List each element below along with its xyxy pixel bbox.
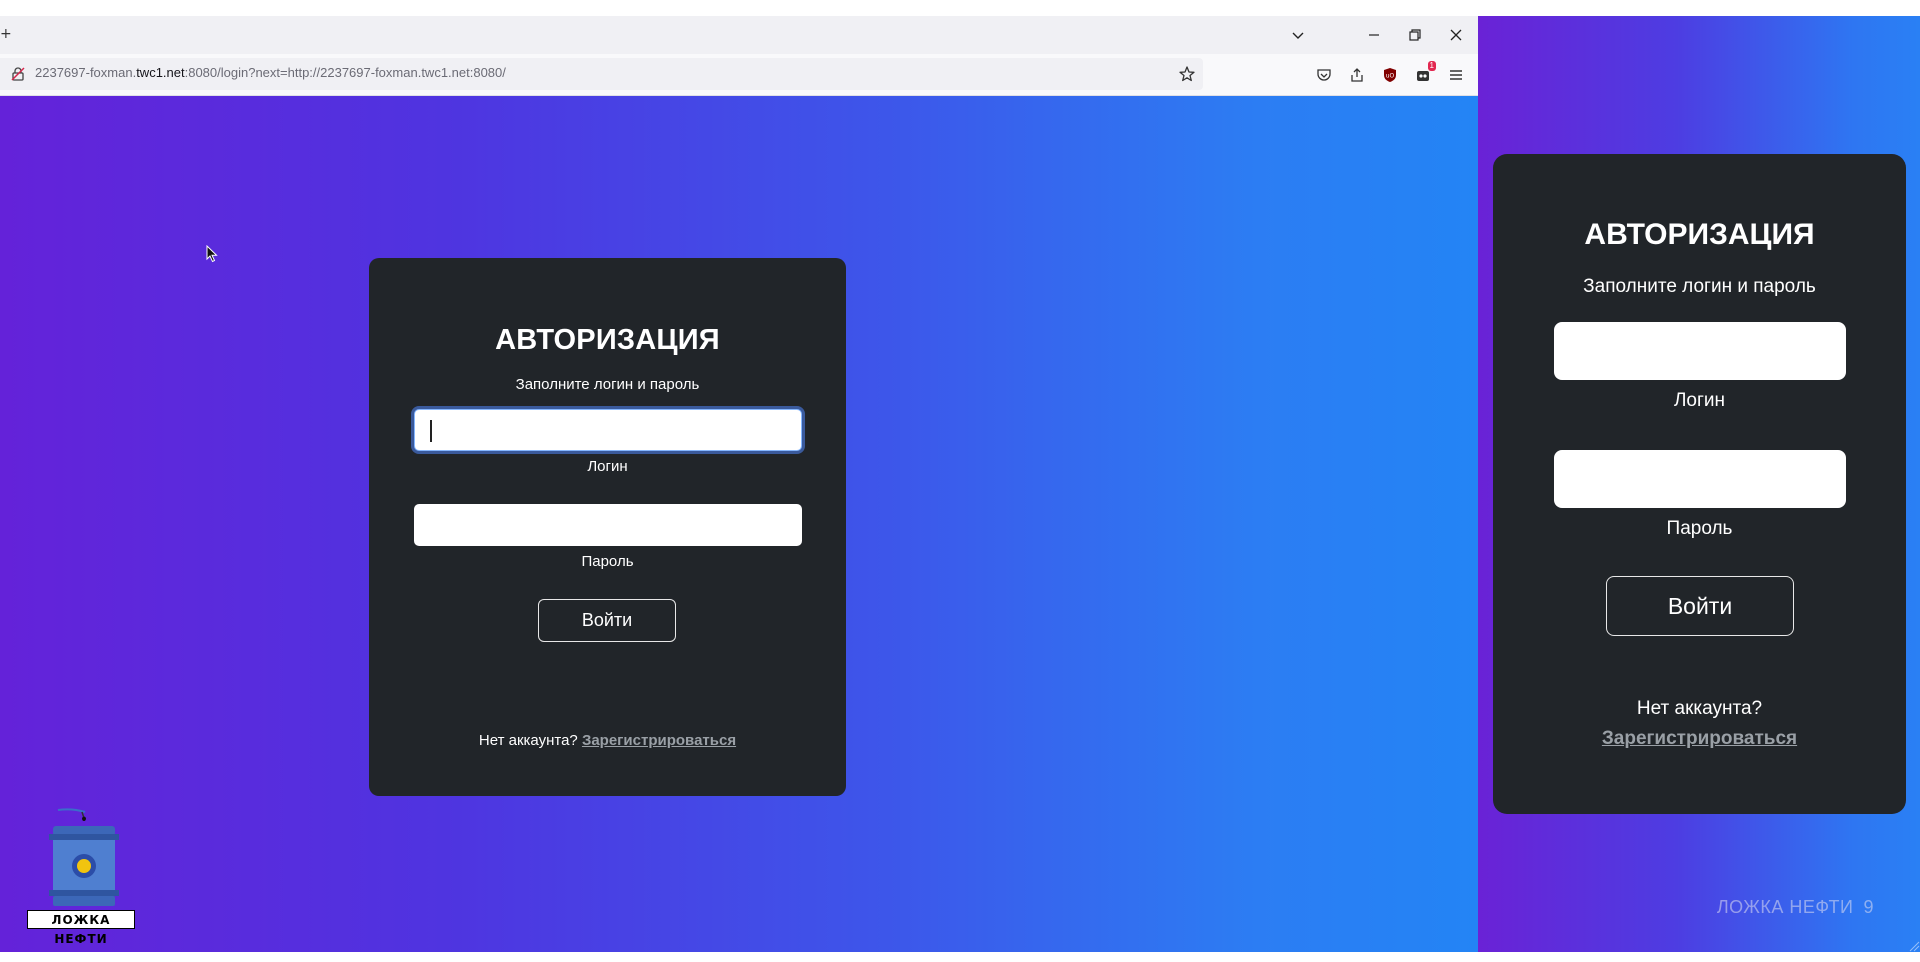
url-prefix: 2237697-foxman. [35, 65, 137, 80]
password-label: Пароль [581, 553, 634, 570]
svg-text:uO: uO [1386, 73, 1395, 80]
insecure-lock-icon[interactable] [10, 66, 26, 82]
register-link[interactable]: Зарегистрироваться [582, 732, 736, 749]
logo-text: ЛОЖКА НЕФТИ [27, 910, 135, 946]
pocket-icon[interactable] [1314, 65, 1334, 85]
tab-list-chevron-icon[interactable] [1286, 24, 1310, 46]
slide-login-card: АВТОРИЗАЦИЯ Заполните логин и пароль Лог… [1493, 154, 1906, 814]
new-tab-icon[interactable]: + [0, 26, 12, 42]
page-viewport: АВТОРИЗАЦИЯ Заполните логин и пароль Лог… [0, 96, 1478, 952]
navigation-bar: 2237697-foxman.twc1.net:8080/login?next=… [0, 54, 1478, 96]
extension-badge: 1 [1427, 61, 1436, 71]
address-bar[interactable]: 2237697-foxman.twc1.net:8080/login?next=… [0, 58, 1203, 90]
slide-register-link: Зарегистрироваться [1601, 728, 1798, 749]
slide-login-button: Войти [1606, 576, 1794, 636]
presentation-slide: АВТОРИЗАЦИЯ Заполните логин и пароль Лог… [1478, 16, 1920, 952]
slide-password-label: Пароль [1666, 518, 1733, 539]
login-subtitle: Заполните логин и пароль [515, 376, 700, 393]
login-input[interactable] [414, 409, 802, 451]
login-title: АВТОРИЗАЦИЯ [495, 324, 720, 356]
extension-icon[interactable]: 1 [1413, 61, 1436, 85]
restore-icon[interactable] [1403, 24, 1427, 46]
slide-footer: ЛОЖКА НЕФТИ 9 [1717, 897, 1874, 918]
logo: ЛОЖКА НЕФТИ [27, 806, 135, 946]
share-icon[interactable] [1347, 65, 1367, 85]
minimize-icon[interactable] [1362, 24, 1386, 46]
slide-page-number: 9 [1863, 897, 1874, 917]
bookmark-star-icon[interactable] [1178, 65, 1196, 83]
close-icon[interactable] [1444, 24, 1468, 46]
title-bar: + [0, 16, 1478, 54]
mouse-cursor-icon [206, 245, 218, 263]
slide-login-title: АВТОРИЗАЦИЯ [1584, 218, 1815, 251]
login-button[interactable]: Войти [538, 599, 676, 642]
url-rest: :8080/login?next=http://2237697-foxman.t… [184, 65, 506, 80]
login-card: АВТОРИЗАЦИЯ Заполните логин и пароль Лог… [369, 258, 846, 796]
slide-login-subtitle: Заполните логин и пароль [1583, 276, 1816, 297]
browser-window: + 2237697-foxman.twc1.net:8080/login?nex… [0, 16, 1478, 952]
slide-login-input [1554, 322, 1846, 380]
hamburger-menu-icon[interactable] [1446, 65, 1466, 85]
ublock-shield-icon[interactable]: uO [1380, 65, 1400, 85]
oil-barrel-logo-icon [49, 808, 119, 906]
slide-no-account-text: Нет аккаунта? [1636, 698, 1763, 719]
login-label: Логин [587, 458, 628, 475]
no-account-text: Нет аккаунта? [478, 732, 578, 749]
url-host: twc1.net [136, 65, 185, 80]
url-text[interactable]: 2237697-foxman.twc1.net:8080/login?next=… [35, 65, 506, 80]
text-caret [430, 420, 432, 442]
resize-grip-icon[interactable] [1906, 938, 1920, 952]
slide-footer-text: ЛОЖКА НЕФТИ [1716, 897, 1854, 917]
password-input[interactable] [414, 504, 802, 546]
slide-login-label: Логин [1673, 390, 1726, 411]
slide-password-input [1554, 450, 1846, 508]
register-prompt: Нет аккаунта? Зарегистрироваться [369, 732, 846, 749]
